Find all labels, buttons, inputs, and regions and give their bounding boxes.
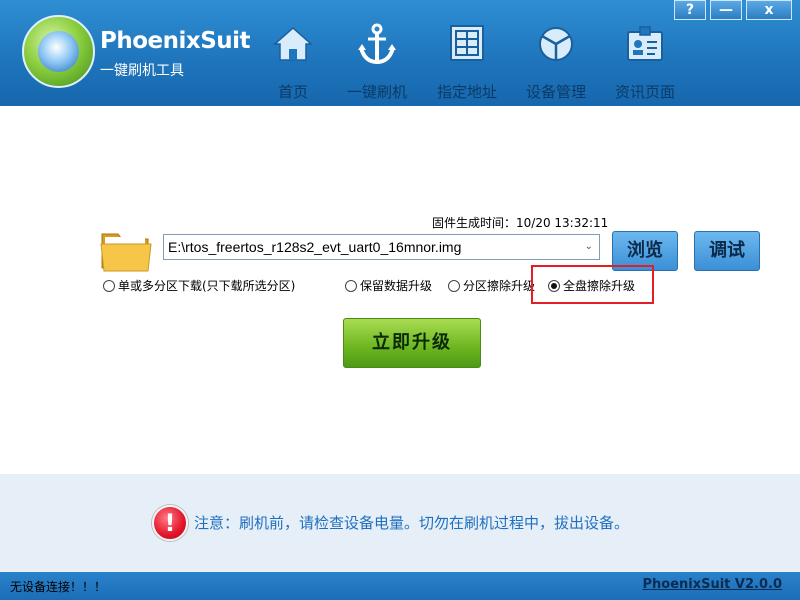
red-highlight-box [531, 265, 654, 304]
firmware-time: 固件生成时间：10/20 13:32:11 [432, 214, 608, 231]
anchor-icon [358, 23, 396, 65]
app-header: PhoenixSuit 一键刷机工具 首页 一键刷机 指定地址 设备管理 资讯页… [0, 0, 800, 106]
warning-icon: ! [152, 505, 188, 541]
phoenixsuit-logo-icon [22, 15, 95, 88]
radio-partition-erase[interactable] [448, 279, 460, 292]
firmware-path-dropdown[interactable]: E:\rtos_freertos_r128s2_evt_uart0_16mnor… [163, 234, 600, 260]
status-bar: 无设备连接！！！ PhoenixSuit V2.0.0 [0, 572, 800, 600]
option-partition-download-label: 单或多分区下载(只下载所选分区) [118, 279, 296, 293]
app-name: PhoenixSuit [100, 28, 251, 54]
radio-keep-data[interactable] [345, 279, 357, 292]
upgrade-now-button[interactable]: 立即升级 [343, 318, 481, 368]
nav-news-page[interactable]: 资讯页面 [608, 0, 682, 106]
app-subtitle: 一键刷机工具 [100, 63, 184, 79]
firmware-time-label: 固件生成时间： [432, 216, 517, 230]
nav-specified-address-label: 指定地址 [436, 83, 497, 101]
option-partition-erase[interactable]: 分区擦除升级 [448, 277, 535, 294]
device-status: 无设备连接！！！ [10, 580, 107, 594]
folder-icon[interactable] [100, 228, 152, 272]
nav-home-label: 首页 [277, 83, 308, 101]
id-card-icon [627, 26, 663, 61]
option-keep-data[interactable]: 保留数据升级 [345, 277, 432, 294]
firmware-time-value: 10/20 13:32:11 [516, 216, 609, 230]
radio-partition-download[interactable] [103, 279, 115, 292]
nav-specified-address[interactable]: 指定地址 [430, 0, 504, 106]
home-icon [273, 26, 313, 61]
help-button[interactable]: ? [674, 0, 706, 20]
nav-device-management[interactable]: 设备管理 [519, 0, 593, 106]
nav-device-management-label: 设备管理 [525, 83, 586, 101]
minimize-button[interactable]: — [710, 0, 742, 20]
option-partition-download[interactable]: 单或多分区下载(只下载所选分区) [103, 277, 295, 294]
grid-icon [450, 25, 484, 61]
nav-one-click-flash[interactable]: 一键刷机 [340, 0, 414, 106]
version-link[interactable]: PhoenixSuit V2.0.0 [642, 577, 782, 592]
firmware-path-value: E:\rtos_freertos_r128s2_evt_uart0_16mnor… [168, 239, 462, 255]
notice-text: 注意：刷机前，请检查设备电量。切勿在刷机过程中，拔出设备。 [194, 514, 630, 532]
close-button[interactable]: x [746, 0, 792, 20]
cube-icon [539, 27, 573, 61]
window-controls: ? — x [674, 0, 792, 20]
nav-one-click-flash-label: 一键刷机 [346, 83, 407, 101]
debug-button[interactable]: 调试 [694, 231, 760, 271]
option-keep-data-label: 保留数据升级 [360, 279, 433, 293]
chevron-down-icon[interactable]: ⌄ [585, 235, 593, 259]
option-partition-erase-label: 分区擦除升级 [463, 279, 536, 293]
nav-home[interactable]: 首页 [256, 0, 330, 106]
nav-news-page-label: 资讯页面 [614, 83, 675, 101]
